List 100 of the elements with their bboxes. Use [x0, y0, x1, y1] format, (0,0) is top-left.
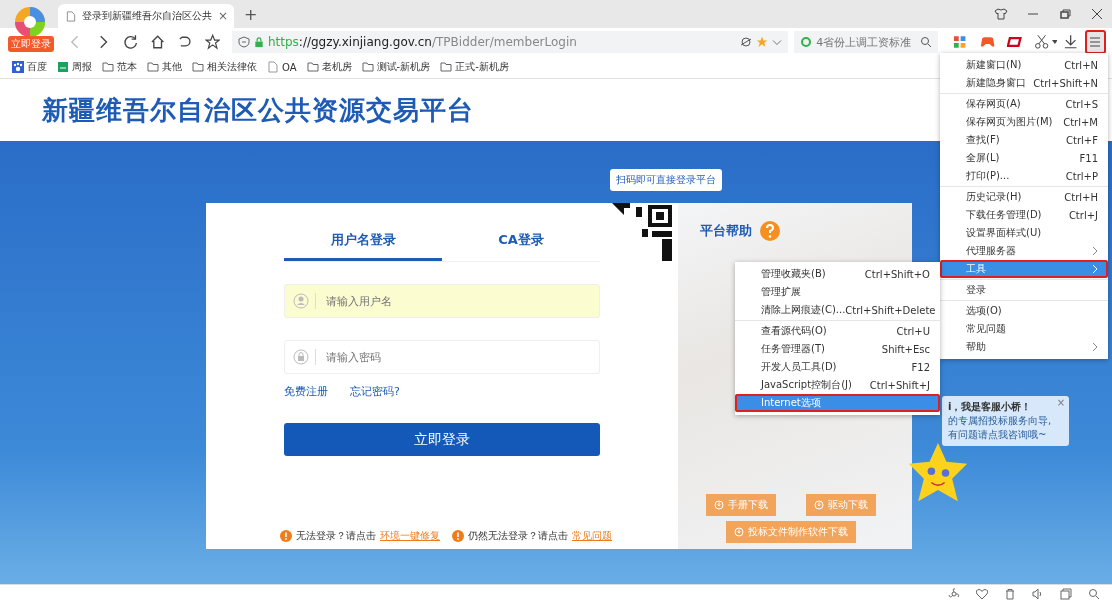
menu-item[interactable]: 管理扩展 [735, 283, 940, 301]
user-icon [293, 293, 316, 309]
username-field[interactable]: 请输入用户名 [284, 284, 600, 318]
shortcut-text: Ctrl+F [1066, 134, 1098, 146]
warning-icon [280, 530, 292, 542]
undo-icon[interactable] [177, 34, 193, 50]
login-tab[interactable]: CA登录 [442, 227, 600, 261]
menu-label: 保存网页(A) [966, 97, 1021, 111]
scissors-icon[interactable] [1034, 34, 1050, 50]
menu-item[interactable]: 查找(F) Ctrl+F [940, 131, 1108, 149]
menu-item[interactable]: 打印(P)... Ctrl+P [940, 167, 1108, 185]
bookmark[interactable]: 测试-新机房 [361, 60, 431, 74]
lock-icon [293, 349, 316, 365]
menu-item[interactable]: 设置界面样式(U) [940, 224, 1108, 242]
shortcut-text: F12 [911, 361, 930, 373]
menu-item[interactable]: JavaScript控制台(J) Ctrl+Shift+J [735, 376, 940, 394]
menu-item[interactable]: 查看源代码(O) Ctrl+U [735, 322, 940, 340]
menu-item[interactable]: 新建窗口(N) Ctrl+N [940, 56, 1108, 74]
gamepad-icon[interactable] [979, 34, 995, 50]
menu-item[interactable]: 保存网页为图片(M) Ctrl+M [940, 113, 1108, 131]
bookmark[interactable]: 正式-新机房 [440, 60, 509, 74]
address-bar[interactable]: https://ggzy.xinjiang.gov.cn/TPBidder/memberLogin [231, 31, 789, 53]
shortcut-text: Ctrl+H [1064, 191, 1098, 203]
bookmark[interactable]: OA [267, 61, 297, 73]
chat-bubble[interactable]: × i，我是客服小桥！ 的专属招投标服务向导, 有问题请点我咨询哦~ [942, 396, 1070, 446]
ring-icon [800, 36, 813, 48]
chat-text: 有问题请点我咨询哦~ [948, 428, 1047, 442]
menu-item[interactable]: 新建隐身窗口 Ctrl+Shift+N [940, 74, 1108, 92]
menu-label: 代理服务器 [966, 244, 1016, 258]
browser-tab[interactable]: 登录到新疆维吾尔自治区公共 × [58, 4, 235, 28]
bookmark[interactable]: 范本 [102, 60, 137, 74]
help-title: 平台帮助 [700, 222, 752, 240]
home-icon[interactable] [150, 34, 166, 50]
text-link[interactable]: 忘记密码? [350, 384, 400, 399]
menu-item[interactable]: 登录 [940, 281, 1108, 299]
shortcut-text: Ctrl+U [896, 325, 930, 337]
text-link[interactable]: 免费注册 [284, 384, 328, 399]
shortcut-text: Ctrl+Shift+J [869, 379, 930, 391]
bookmark[interactable]: 相关法律依 [192, 60, 257, 74]
star-icon[interactable] [204, 34, 220, 50]
tab-close-button[interactable]: × [218, 9, 229, 23]
menu-item[interactable]: 代理服务器 [940, 242, 1108, 260]
reload-icon[interactable] [122, 34, 138, 50]
menu-item[interactable]: 选项(O) [940, 302, 1108, 320]
menu-item[interactable]: 帮助 [940, 338, 1108, 356]
download-icon[interactable] [1063, 34, 1079, 50]
password-input[interactable]: 请输入密码 [324, 349, 528, 365]
menu-label: 清除上网痕迹(C)... [761, 303, 846, 317]
folder-icon [102, 61, 114, 73]
zoom-icon[interactable] [1088, 588, 1100, 600]
restore-icon[interactable] [1058, 7, 1072, 21]
apps-icon[interactable] [952, 34, 968, 50]
menu-label: 登录 [966, 283, 986, 297]
url-text: https://ggzy.xinjiang.gov.cn/TPBidder/memberLogin [267, 35, 577, 49]
menu-item[interactable]: 下载任务管理(D) Ctrl+J [940, 206, 1108, 224]
menu-item[interactable]: 开发人员工具(D) F12 [735, 358, 940, 376]
menu-item[interactable]: 清除上网痕迹(C)...Ctrl+Shift+Delete [735, 301, 940, 319]
password-field[interactable]: 请输入密码 [284, 340, 600, 374]
bookmark[interactable]: 百度 [12, 60, 47, 74]
new-tab-button[interactable]: + [244, 5, 258, 24]
menu-item[interactable]: 历史记录(H) Ctrl+H [940, 188, 1108, 206]
search-icon[interactable] [920, 36, 933, 48]
folder-icon [440, 61, 453, 73]
shirt-icon[interactable] [994, 7, 1008, 21]
heart-icon[interactable] [976, 588, 988, 600]
menu-item[interactable]: 管理收藏夹(B) Ctrl+Shift+O [735, 265, 940, 283]
menu-item[interactable]: 常见问题 [940, 320, 1108, 338]
tab-title: 登录到新疆维吾尔自治区公共 [82, 9, 212, 23]
chat-close-button[interactable]: × [1056, 397, 1066, 408]
bookmark[interactable]: 老机房 [306, 60, 352, 74]
fan-icon[interactable] [948, 588, 960, 600]
close-icon[interactable] [1090, 7, 1104, 21]
folder-icon [306, 61, 319, 73]
login-button[interactable]: 立即登录 [284, 423, 600, 456]
window-icon[interactable] [1060, 588, 1072, 600]
page-icon [267, 61, 279, 73]
menu-item[interactable]: 全屏(L) F11 [940, 149, 1108, 167]
shortcut-text: Ctrl+Shift+Delete [845, 304, 936, 316]
menu-button[interactable] [1084, 30, 1106, 54]
trash-icon[interactable] [1004, 588, 1016, 600]
search-input[interactable]: 4省份上调工资标准 [816, 35, 917, 49]
slanted-shape-icon[interactable] [1006, 34, 1023, 50]
shortcut-text: Shift+Esc [881, 343, 930, 355]
search-field[interactable]: 4省份上调工资标准 [794, 31, 939, 53]
menu-label: 工具 [966, 262, 986, 276]
ie-icon[interactable] [740, 36, 753, 48]
menu-item[interactable]: 保存网页(A) Ctrl+S [940, 95, 1108, 113]
menu-label: 打印(P)... [966, 169, 1010, 183]
shield-icon [237, 36, 250, 48]
menu-label: 选项(O) [966, 304, 1002, 318]
username-input[interactable]: 请输入用户名 [324, 293, 528, 309]
menu-item[interactable]: 任务管理器(T) Shift+Esc [735, 340, 940, 358]
bookmark[interactable]: 其他 [147, 60, 182, 74]
speaker-icon[interactable] [1032, 588, 1044, 600]
bookmark[interactable]: 周报 [57, 60, 92, 74]
login-tab[interactable]: 用户名登录 [284, 227, 442, 261]
caret-icon[interactable] [1051, 40, 1058, 44]
menu-label: 查找(F) [966, 133, 1000, 147]
menu-label: 帮助 [966, 340, 986, 354]
favorite-star-icon[interactable] [756, 36, 769, 48]
